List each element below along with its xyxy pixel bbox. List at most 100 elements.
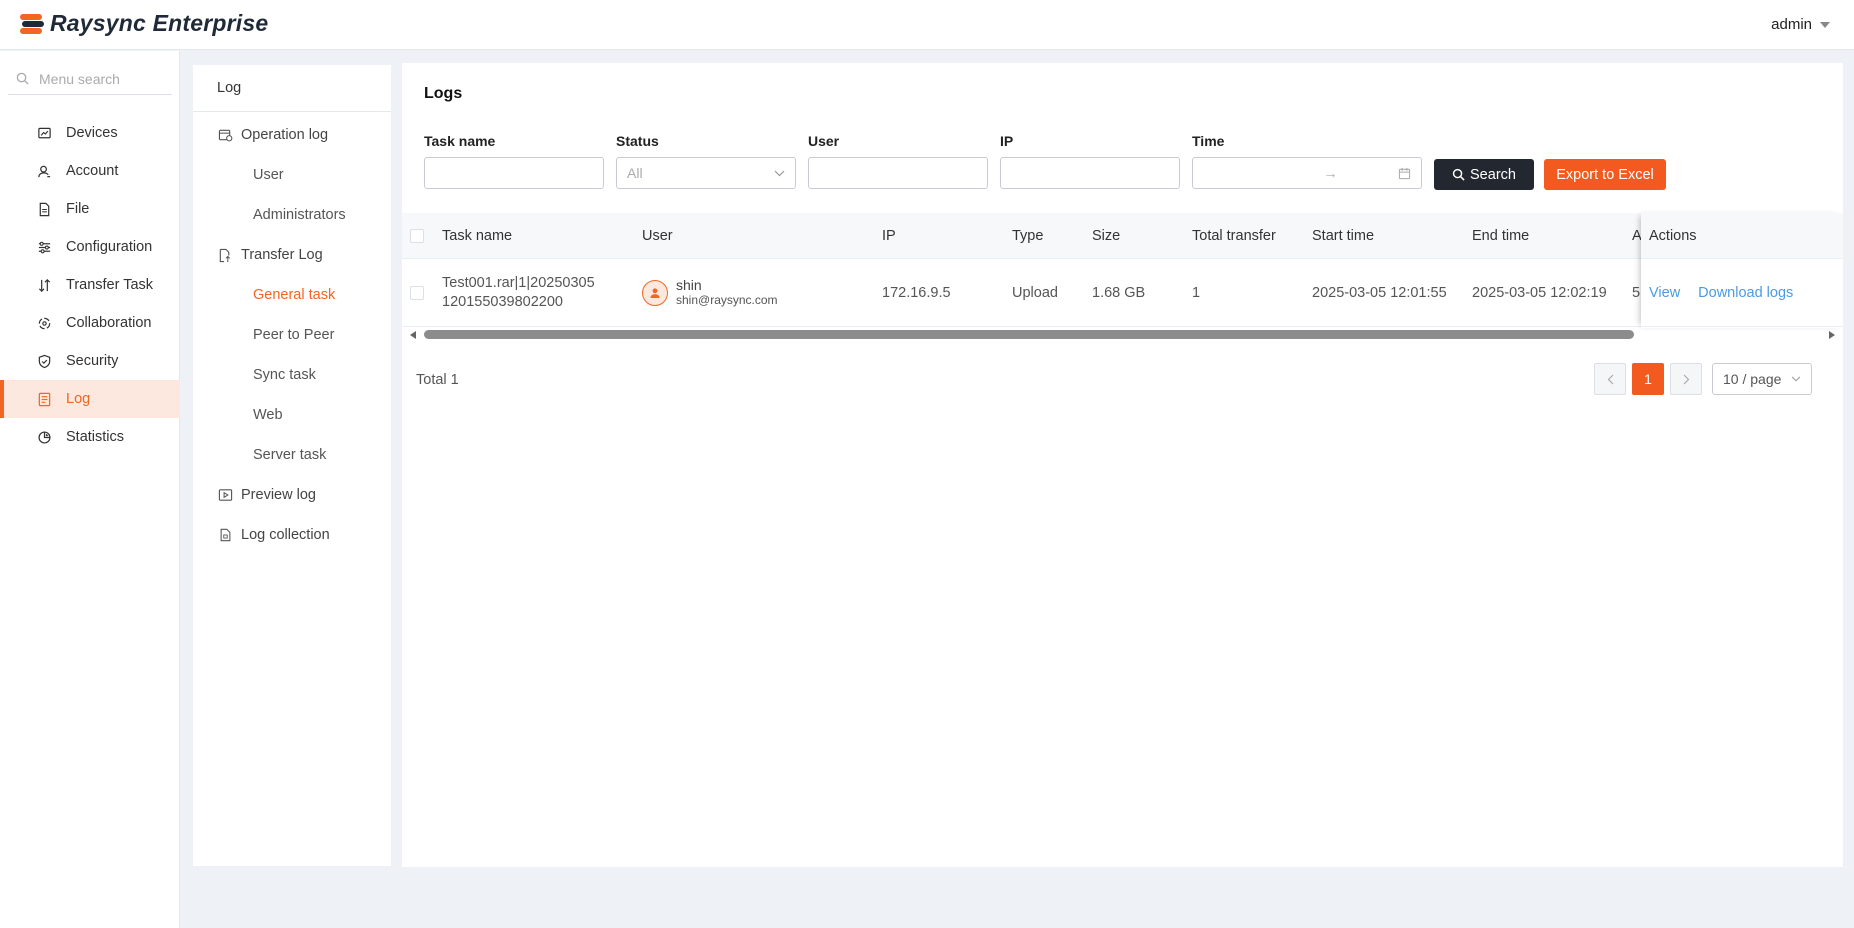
sidebar-item-security[interactable]: Security xyxy=(0,342,180,380)
username: admin xyxy=(1771,16,1812,33)
user-email: shin@raysync.com xyxy=(676,293,778,307)
status-select[interactable]: All xyxy=(616,157,796,189)
ip-field[interactable] xyxy=(1000,157,1180,189)
column-header: Actions xyxy=(1641,213,1843,259)
column-header[interactable]: Total transfer xyxy=(1192,213,1276,258)
total-transfer-cell: 1 xyxy=(1192,284,1201,301)
type-cell: Upload xyxy=(1012,284,1058,301)
table-row[interactable]: Test001.rar|1|20250305120155039802200 sh… xyxy=(402,259,1843,327)
page-size-select[interactable]: 10 / page xyxy=(1712,363,1812,395)
horizontal-scrollbar[interactable] xyxy=(402,327,1843,343)
filter-label: User xyxy=(808,133,840,149)
sidebar-item-label: Security xyxy=(66,353,119,369)
row-checkbox[interactable] xyxy=(410,285,424,300)
collaboration-icon xyxy=(36,315,52,331)
sidebar-item-label: Collaboration xyxy=(66,315,152,331)
sidebar-item-transfer-task[interactable]: Transfer Task xyxy=(0,266,180,304)
sidebar-item-file[interactable]: File xyxy=(0,190,180,228)
end-time-cell: 2025-03-05 12:02:19 xyxy=(1472,284,1607,301)
sidebar-item-label: Account xyxy=(66,163,119,179)
submenu-group-log-collection[interactable]: Log collection xyxy=(193,515,391,555)
select-all-checkbox[interactable] xyxy=(410,228,424,243)
submenu-group-label: Operation log xyxy=(241,127,329,143)
menu-search[interactable] xyxy=(8,63,172,95)
total-count: Total 1 xyxy=(416,372,459,388)
column-header[interactable]: IP xyxy=(882,213,896,258)
search-icon xyxy=(16,72,29,85)
chevron-down-icon xyxy=(774,170,785,176)
sidebar-item-label: Configuration xyxy=(66,239,153,255)
column-header[interactable]: Task name xyxy=(442,213,512,258)
sidebar-item-account[interactable]: Account xyxy=(0,152,180,190)
user-name: shin xyxy=(676,277,702,293)
menu-search-input[interactable] xyxy=(39,70,159,87)
user-field[interactable] xyxy=(808,157,988,189)
chevron-left-icon xyxy=(1607,374,1613,384)
size-cell: 1.68 GB xyxy=(1092,284,1146,301)
column-header[interactable]: User xyxy=(642,213,673,258)
submenu-item-user[interactable]: User xyxy=(193,155,391,195)
logs-table: Task name User IP Type Size Total transf… xyxy=(402,213,1843,328)
submenu-item-sync-task[interactable]: Sync task xyxy=(193,355,391,395)
filter-ip: IP xyxy=(1000,133,1180,189)
app-logo[interactable]: Raysync Enterprise xyxy=(20,10,268,37)
ip-input[interactable] xyxy=(1011,165,1169,181)
user-input[interactable] xyxy=(819,165,977,181)
submenu-item-general-task[interactable]: General task xyxy=(193,275,391,315)
column-header[interactable]: End time xyxy=(1472,213,1529,258)
sidebar-item-configuration[interactable]: Configuration xyxy=(0,228,180,266)
column-header[interactable]: Size xyxy=(1092,213,1120,258)
column-header[interactable]: Start time xyxy=(1312,213,1374,258)
submenu-group-label: Preview log xyxy=(241,487,316,503)
view-link[interactable]: View xyxy=(1649,285,1680,301)
submenu-group-label: Log collection xyxy=(241,527,330,543)
app-title: Raysync Enterprise xyxy=(50,10,269,36)
submenu-item-server-task[interactable]: Server task xyxy=(193,435,391,475)
log-icon xyxy=(36,391,52,407)
user-menu[interactable]: admin xyxy=(1771,16,1830,33)
logs-panel: Logs Task name Status All User IP Time →… xyxy=(402,63,1843,867)
sidebar-item-statistics[interactable]: Statistics xyxy=(0,418,180,456)
sidebar-item-label: Statistics xyxy=(66,429,125,445)
submenu-item-peer-to-peer[interactable]: Peer to Peer xyxy=(193,315,391,355)
sidebar: Devices Account File Configuration Trans… xyxy=(0,51,180,928)
search-button[interactable]: Search xyxy=(1434,159,1534,190)
column-header[interactable]: Type xyxy=(1012,213,1043,258)
filter-time: Time → xyxy=(1192,133,1422,189)
submenu-group-operation-log[interactable]: Operation log xyxy=(193,115,391,155)
submenu-group-transfer-log[interactable]: Transfer Log xyxy=(193,235,391,275)
filter-label: Status xyxy=(616,133,659,149)
transfer-icon xyxy=(36,277,52,293)
raysync-logo-icon xyxy=(20,12,44,36)
sidebar-item-devices[interactable]: Devices xyxy=(0,114,180,152)
submenu-item-web[interactable]: Web xyxy=(193,395,391,435)
next-page-button[interactable] xyxy=(1670,363,1702,395)
sidebar-item-collaboration[interactable]: Collaboration xyxy=(0,304,180,342)
task-name-input[interactable] xyxy=(435,165,593,181)
download-logs-link[interactable]: Download logs xyxy=(1698,285,1793,301)
page-number-button[interactable]: 1 xyxy=(1632,363,1664,395)
ip-cell: 172.16.9.5 xyxy=(882,284,951,301)
pie-chart-icon xyxy=(36,429,52,445)
scroll-right-arrow-icon[interactable] xyxy=(1829,331,1835,339)
search-button-label: Search xyxy=(1470,166,1516,183)
task-name-field[interactable] xyxy=(424,157,604,189)
chevron-down-icon xyxy=(1791,376,1801,382)
scrollbar-thumb[interactable] xyxy=(424,330,1634,339)
filter-task-name: Task name xyxy=(424,133,604,189)
scroll-left-arrow-icon[interactable] xyxy=(410,331,416,339)
time-range-picker[interactable]: → xyxy=(1192,157,1422,189)
preview-icon xyxy=(217,487,233,503)
sidebar-item-log[interactable]: Log xyxy=(0,380,180,418)
actions-cell: View Download logs xyxy=(1641,259,1843,327)
sliders-icon xyxy=(36,239,52,255)
submenu-group-preview-log[interactable]: Preview log xyxy=(193,475,391,515)
prev-page-button[interactable] xyxy=(1594,363,1626,395)
export-to-excel-button[interactable]: Export to Excel xyxy=(1544,159,1666,190)
filter-label: Task name xyxy=(424,133,496,149)
monitor-icon xyxy=(36,125,52,141)
submenu-item-administrators[interactable]: Administrators xyxy=(193,195,391,235)
submenu-group-label: Transfer Log xyxy=(241,247,323,263)
log-submenu: Log Operation log User Administrators Tr… xyxy=(193,65,391,866)
shield-icon xyxy=(36,353,52,369)
